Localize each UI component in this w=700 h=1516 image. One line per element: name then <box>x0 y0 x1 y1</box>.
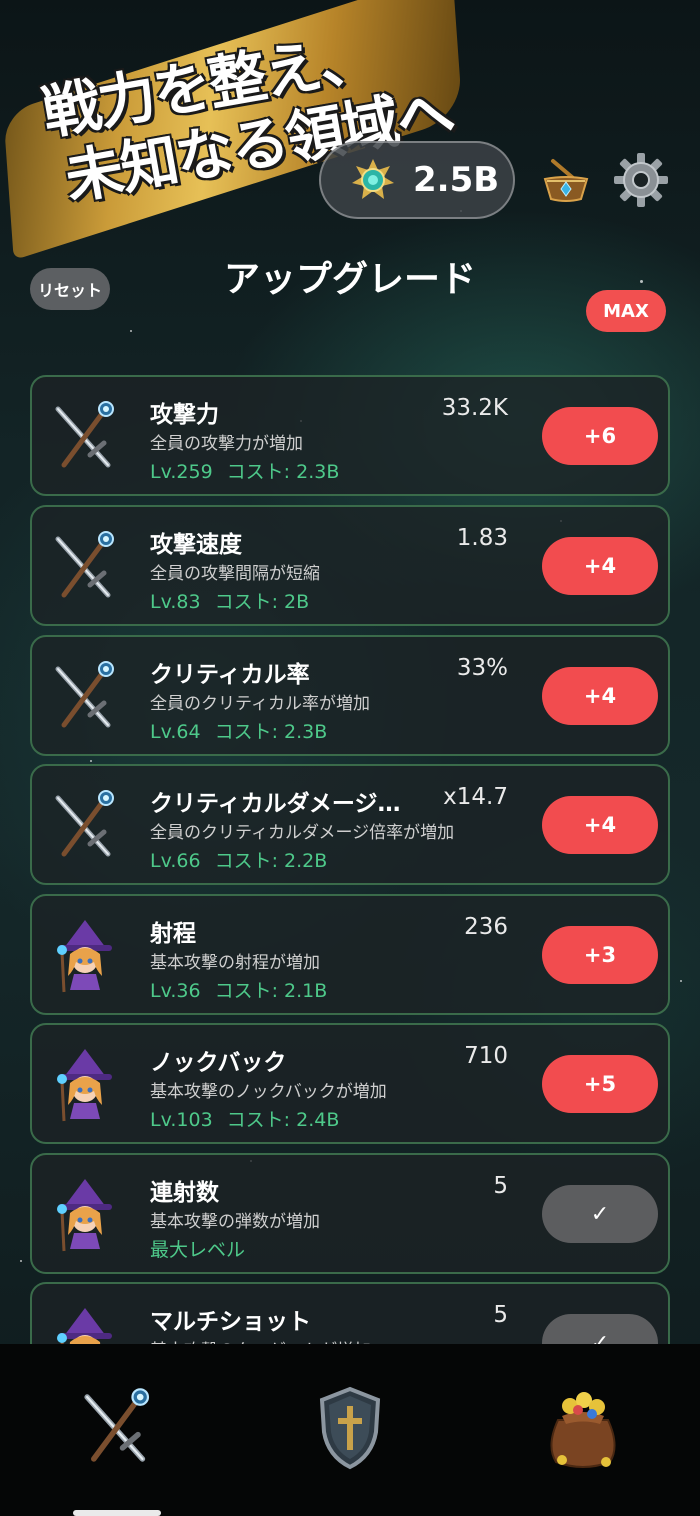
witch-icon <box>55 1177 114 1253</box>
upgrade-list[interactable]: 攻撃力 33.2K 全員の攻撃力が増加 Lv.259 コスト: 2.3B +6 攻… <box>30 375 670 1344</box>
witch-icon <box>55 1047 114 1123</box>
upgrade-name: クリティカル率 <box>150 662 310 688</box>
home-indicator <box>73 1510 161 1516</box>
upgrade-description: 基本攻撃の射程が増加 <box>150 953 320 973</box>
upgrade-value: 1.83 <box>456 525 508 551</box>
sword-staff-icon <box>75 1386 159 1470</box>
sword-staff-icon <box>50 529 120 605</box>
upgrade-level-cost: Lv.103 コスト: 2.4B <box>150 1109 340 1131</box>
tab-equipment[interactable] <box>233 1344 466 1516</box>
upgrade-card: クリティカルダメージ… x14.7 全員のクリティカルダメージ倍率が増加 Lv.… <box>30 764 670 885</box>
bottom-nav <box>0 1344 700 1516</box>
upgrade-value: 33.2K <box>441 395 508 421</box>
upgrade-level-cost: Lv.66 コスト: 2.2B <box>150 850 328 872</box>
upgrade-name: 連射数 <box>150 1180 219 1206</box>
gear-icon[interactable] <box>612 151 670 209</box>
upgrade-value: 5 <box>493 1302 508 1328</box>
upgrade-level-cost: 最大レベル <box>150 1239 246 1261</box>
upgrade-value: 710 <box>464 1043 508 1069</box>
basket-icon[interactable] <box>541 155 591 205</box>
maxed-check-button[interactable]: ✓ <box>542 1314 658 1344</box>
sword-staff-icon <box>50 659 120 735</box>
treasure-bag-icon <box>550 1392 615 1468</box>
upgrade-name: 射程 <box>150 921 196 947</box>
currency-display: 2.5B <box>319 141 515 219</box>
upgrade-card: 攻撃力 33.2K 全員の攻撃力が増加 Lv.259 コスト: 2.3B +6 <box>30 375 670 496</box>
upgrade-name: 攻撃力 <box>150 402 219 428</box>
upgrade-card: 射程 236 基本攻撃の射程が増加 Lv.36 コスト: 2.1B +3 <box>30 894 670 1015</box>
upgrade-card: クリティカル率 33% 全員のクリティカル率が増加 Lv.64 コスト: 2.3B… <box>30 635 670 756</box>
upgrade-name: クリティカルダメージ… <box>150 791 401 817</box>
upgrade-description: 基本攻撃のノックバックが増加 <box>150 1082 387 1102</box>
witch-icon <box>55 1306 114 1344</box>
max-button[interactable]: MAX <box>586 290 666 332</box>
sword-staff-icon <box>50 399 120 475</box>
upgrade-description: 全員の攻撃力が増加 <box>150 434 303 454</box>
sword-staff-icon <box>50 788 120 864</box>
upgrade-description: 全員の攻撃間隔が短縮 <box>150 564 320 584</box>
gem-icon <box>352 159 394 199</box>
upgrade-description: 全員のクリティカル率が増加 <box>150 694 370 714</box>
upgrade-level-cost: Lv.36 コスト: 2.1B <box>150 980 328 1002</box>
upgrade-description: 全員のクリティカルダメージ倍率が増加 <box>150 823 455 843</box>
upgrade-button[interactable]: +6 <box>542 407 658 465</box>
upgrade-card: マルチショット 5 基本攻撃のターゲットが増加 ✓ <box>30 1282 670 1344</box>
upgrade-description: 基本攻撃の弾数が増加 <box>150 1212 320 1232</box>
upgrade-button[interactable]: +3 <box>542 926 658 984</box>
upgrade-card: 攻撃速度 1.83 全員の攻撃間隔が短縮 Lv.83 コスト: 2B +4 <box>30 505 670 626</box>
shield-icon <box>319 1386 380 1470</box>
upgrade-level-cost: Lv.64 コスト: 2.3B <box>150 721 328 743</box>
upgrade-card: ノックバック 710 基本攻撃のノックバックが増加 Lv.103 コスト: 2.4… <box>30 1023 670 1144</box>
upgrade-value: x14.7 <box>443 784 508 810</box>
upgrade-name: ノックバック <box>150 1050 287 1076</box>
upgrade-button[interactable]: +4 <box>542 667 658 725</box>
upgrade-level-cost: Lv.83 コスト: 2B <box>150 591 310 613</box>
maxed-check-button[interactable]: ✓ <box>542 1185 658 1243</box>
upgrade-level-cost: Lv.259 コスト: 2.3B <box>150 461 340 483</box>
upgrade-card: 連射数 5 基本攻撃の弾数が増加 最大レベル ✓ <box>30 1153 670 1274</box>
upgrade-button[interactable]: +4 <box>542 537 658 595</box>
upgrade-description: 基本攻撃のターゲットが増加 <box>150 1336 371 1344</box>
upgrade-value: 33% <box>456 655 508 681</box>
upgrade-value: 5 <box>493 1173 508 1199</box>
currency-value: 2.5B <box>413 160 500 200</box>
witch-icon <box>55 918 114 994</box>
tab-upgrades[interactable] <box>0 1344 233 1516</box>
upgrade-name: マルチショット <box>150 1309 311 1335</box>
upgrade-button[interactable]: +5 <box>542 1055 658 1113</box>
upgrade-name: 攻撃速度 <box>150 532 242 558</box>
tab-shop[interactable] <box>466 1344 699 1516</box>
upgrade-value: 236 <box>464 914 508 940</box>
upgrade-button[interactable]: +4 <box>542 796 658 854</box>
